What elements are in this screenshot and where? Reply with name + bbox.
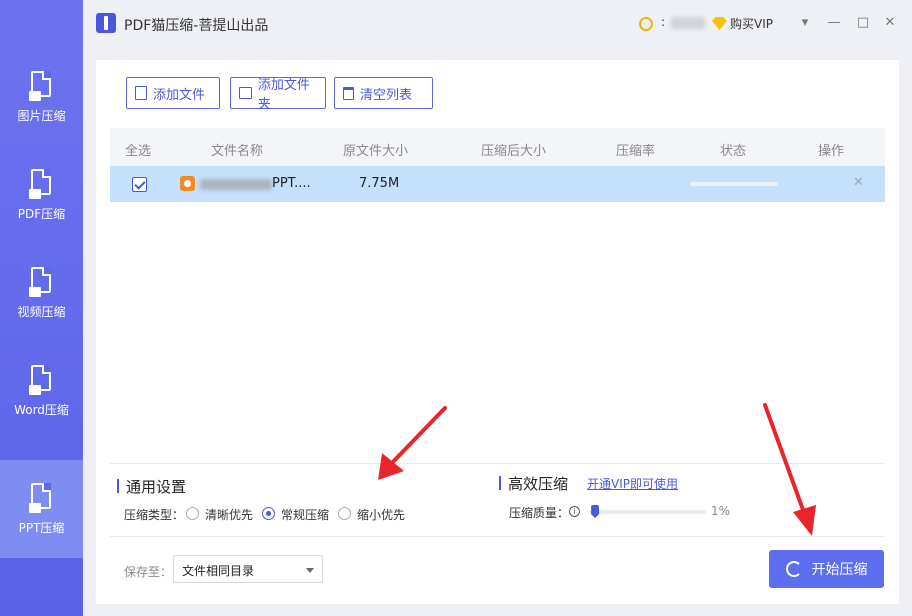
pdf-file-icon [28,168,53,199]
efficient-compress-title: 高效压缩 [499,473,568,494]
app-logo-icon [96,13,116,33]
status-header: 状态 [720,144,747,159]
image-file-icon [28,70,53,101]
add-folder-button[interactable]: 添加文件夹 [230,77,326,112]
main-panel: 添加文件 添加文件夹 清空列表 全选 文件名称 原文件大小 压缩后大小 压缩率 … [96,60,899,604]
sidebar-item-label: PDF压缩 [17,206,66,221]
start-compress-button[interactable]: 开始压缩 [769,550,884,588]
chevron-down-icon [306,568,314,573]
divider [110,463,885,464]
sidebar: 图片压缩 PDF压缩 视频压缩 Word压缩 PPT压缩 [0,0,83,616]
minimize-icon[interactable]: — [826,15,842,31]
table-header: 全选 文件名称 原文件大小 压缩后大小 压缩率 状态 操作 [110,128,885,166]
save-location-value: 文件相同目录 [182,564,255,578]
menu-dropdown-icon[interactable]: ▾ [797,15,813,31]
action-header: 操作 [818,144,845,159]
quality-slider[interactable] [590,505,706,518]
trash-icon [343,86,354,100]
user-name[interactable]: : [661,15,665,29]
app-title: PDF猫压缩-菩提山出品 [124,18,269,34]
add-folder-icon [239,87,252,99]
ppt-file-icon [180,176,195,191]
sidebar-item-label: Word压缩 [14,402,69,417]
diamond-icon [712,17,727,30]
sidebar-item-label: 视频压缩 [17,304,66,319]
add-file-label: 添加文件 [153,87,206,103]
start-compress-label: 开始压缩 [811,562,868,578]
sidebar-item-pdf-compress[interactable]: PDF压缩 [0,146,83,244]
save-location-select[interactable]: 文件相同目录 [173,555,323,583]
filename-header: 文件名称 [211,144,264,159]
sidebar-item-label: PPT压缩 [18,520,65,535]
ppt-file-icon [28,482,53,513]
divider [110,536,885,537]
title-bar: PDF猫压缩-菩提山出品 : 购买VIP ▾ — □ ✕ [83,0,912,48]
option-smaller-first[interactable]: 缩小优先 [357,506,405,523]
add-file-button[interactable]: 添加文件 [126,77,220,109]
sidebar-item-label: 图片压缩 [17,108,66,123]
compressed-size-header: 压缩后大小 [481,144,547,159]
info-icon[interactable]: i [569,506,580,517]
status-progress-bar [690,182,778,186]
filename-redacted [200,179,272,190]
quality-slider-thumb[interactable] [591,505,600,518]
select-all-header[interactable]: 全选 [125,140,151,159]
original-size-header: 原文件大小 [343,144,409,159]
ratio-header: 压缩率 [616,144,656,159]
quality-label: 压缩质量： [509,506,570,520]
refresh-icon [785,561,802,577]
radio-clarity-first[interactable] [186,507,199,520]
filename-cell: PPT.... [272,176,311,191]
maximize-icon[interactable]: □ [855,15,871,31]
user-name-redacted [671,17,705,29]
table-row[interactable]: PPT.... 7.75M ✕ [110,166,885,202]
word-file-icon [28,364,53,395]
save-to-label: 保存至： [124,565,173,579]
sidebar-item-word-compress[interactable]: Word压缩 [0,342,83,440]
user-avatar-icon[interactable] [639,17,653,31]
video-file-icon [28,266,53,297]
file-table: 全选 文件名称 原文件大小 压缩后大小 压缩率 状态 操作 PPT.... 7.… [110,128,885,202]
sidebar-item-image-compress[interactable]: 图片压缩 [0,48,83,146]
option-clarity-first[interactable]: 清晰优先 [205,506,253,523]
general-settings-title: 通用设置 [117,476,186,497]
add-folder-label: 添加文件夹 [257,78,310,112]
clear-list-label: 清空列表 [360,87,413,103]
close-icon[interactable]: ✕ [882,15,898,31]
original-size-cell: 7.75M [359,176,400,191]
compress-type-label: 压缩类型： [124,508,185,522]
open-vip-link[interactable]: 开通VIP即可使用 [587,475,678,492]
row-checkbox[interactable] [132,177,147,192]
sidebar-item-video-compress[interactable]: 视频压缩 [0,244,83,342]
radio-normal-compress[interactable] [262,507,275,520]
clear-list-button[interactable]: 清空列表 [334,77,433,109]
sidebar-item-ppt-compress[interactable]: PPT压缩 [0,460,83,558]
add-file-icon [135,86,147,100]
radio-smaller-first[interactable] [338,507,351,520]
buy-vip-link[interactable]: 购买VIP [730,15,773,32]
remove-row-icon[interactable]: ✕ [853,175,864,190]
quality-value: 1% [711,504,731,518]
option-normal-compress[interactable]: 常规压缩 [281,506,329,523]
